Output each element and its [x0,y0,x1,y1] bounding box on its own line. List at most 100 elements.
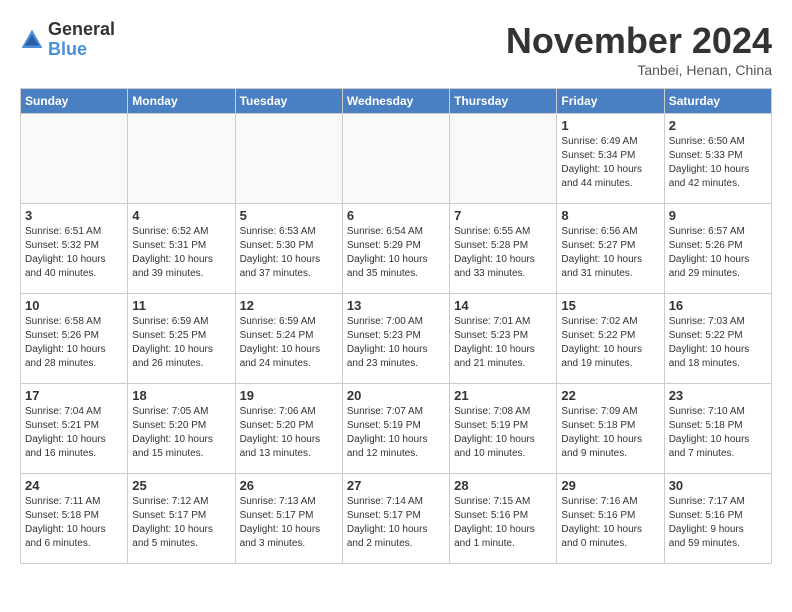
day-info: Sunrise: 6:49 AM Sunset: 5:34 PM Dayligh… [561,135,659,191]
calendar-week-row: 10 Sunrise: 6:58 AM Sunset: 5:26 PM Dayli… [21,294,772,384]
day-number: 17 [25,388,123,403]
calendar-cell: 23Sunrise: 7:10 AM Sunset: 5:18 PM Dayli… [664,384,771,474]
calendar-cell: 26Sunrise: 7:13 AM Sunset: 5:17 PM Dayli… [235,474,342,564]
calendar-table: SundayMondayTuesdayWednesdayThursdayFrid… [20,88,772,564]
logo-icon [20,28,44,52]
day-number: 19 [240,388,338,403]
calendar-cell [128,114,235,204]
calendar-cell [450,114,557,204]
day-number: 3 [25,208,123,223]
calendar-cell: 27 Sunrise: 7:14 AM Sunset: 5:17 PM Dayli… [342,474,449,564]
day-number: 13 [347,298,445,313]
day-number: 20 [347,388,445,403]
calendar-cell [342,114,449,204]
day-number: 21 [454,388,552,403]
calendar-cell: 21 Sunrise: 7:08 AM Sunset: 5:19 PM Dayli… [450,384,557,474]
day-number: 16 [669,298,767,313]
calendar-cell: 14 Sunrise: 7:01 AM Sunset: 5:23 PM Dayli… [450,294,557,384]
day-info: Sunrise: 7:08 AM Sunset: 5:19 PM Dayligh… [454,405,552,461]
calendar-cell: 1 Sunrise: 6:49 AM Sunset: 5:34 PM Daylig… [557,114,664,204]
day-info: Sunrise: 7:12 AM Sunset: 5:17 PM Dayligh… [132,495,230,551]
calendar-cell: 15 Sunrise: 7:02 AM Sunset: 5:22 PM Dayli… [557,294,664,384]
logo-general-text: General [48,20,115,40]
day-number: 8 [561,208,659,223]
calendar-cell: 8 Sunrise: 6:56 AM Sunset: 5:27 PM Daylig… [557,204,664,294]
day-number: 4 [132,208,230,223]
day-number: 22 [561,388,659,403]
day-number: 18 [132,388,230,403]
calendar-cell: 13 Sunrise: 7:00 AM Sunset: 5:23 PM Dayli… [342,294,449,384]
day-number: 14 [454,298,552,313]
day-number: 10 [25,298,123,313]
weekday-header: Thursday [450,89,557,114]
day-info: Sunrise: 7:10 AM Sunset: 5:18 PM Dayligh… [669,405,767,461]
weekday-header: Tuesday [235,89,342,114]
day-number: 25 [132,478,230,493]
calendar-cell: 28Sunrise: 7:15 AM Sunset: 5:16 PM Dayli… [450,474,557,564]
day-info: Sunrise: 6:50 AM Sunset: 5:33 PM Dayligh… [669,135,767,191]
day-number: 30 [669,478,767,493]
day-number: 27 [347,478,445,493]
day-number: 9 [669,208,767,223]
calendar-week-row: 24 Sunrise: 7:11 AM Sunset: 5:18 PM Dayli… [21,474,772,564]
day-info: Sunrise: 6:58 AM Sunset: 5:26 PM Dayligh… [25,315,123,371]
calendar-cell: 19 Sunrise: 7:06 AM Sunset: 5:20 PM Dayli… [235,384,342,474]
day-info: Sunrise: 7:14 AM Sunset: 5:17 PM Dayligh… [347,495,445,551]
day-info: Sunrise: 6:59 AM Sunset: 5:24 PM Dayligh… [240,315,338,371]
day-info: Sunrise: 7:13 AM Sunset: 5:17 PM Dayligh… [240,495,338,551]
day-info: Sunrise: 7:01 AM Sunset: 5:23 PM Dayligh… [454,315,552,371]
day-info: Sunrise: 7:05 AM Sunset: 5:20 PM Dayligh… [132,405,230,461]
day-info: Sunrise: 7:03 AM Sunset: 5:22 PM Dayligh… [669,315,767,371]
calendar-week-row: 3 Sunrise: 6:51 AM Sunset: 5:32 PM Daylig… [21,204,772,294]
day-info: Sunrise: 6:56 AM Sunset: 5:27 PM Dayligh… [561,225,659,281]
calendar-week-row: 17 Sunrise: 7:04 AM Sunset: 5:21 PM Dayli… [21,384,772,474]
day-info: Sunrise: 7:06 AM Sunset: 5:20 PM Dayligh… [240,405,338,461]
weekday-header: Saturday [664,89,771,114]
weekday-header: Friday [557,89,664,114]
day-number: 15 [561,298,659,313]
calendar-cell: 24 Sunrise: 7:11 AM Sunset: 5:18 PM Dayli… [21,474,128,564]
day-info: Sunrise: 7:16 AM Sunset: 5:16 PM Dayligh… [561,495,659,551]
calendar-cell: 18 Sunrise: 7:05 AM Sunset: 5:20 PM Dayli… [128,384,235,474]
calendar-cell: 29Sunrise: 7:16 AM Sunset: 5:16 PM Dayli… [557,474,664,564]
day-info: Sunrise: 6:57 AM Sunset: 5:26 PM Dayligh… [669,225,767,281]
weekday-header: Wednesday [342,89,449,114]
calendar-cell: 7Sunrise: 6:55 AM Sunset: 5:28 PM Daylig… [450,204,557,294]
day-number: 1 [561,118,659,133]
calendar-cell [235,114,342,204]
day-info: Sunrise: 7:04 AM Sunset: 5:21 PM Dayligh… [25,405,123,461]
calendar-cell: 11Sunrise: 6:59 AM Sunset: 5:25 PM Dayli… [128,294,235,384]
month-title: November 2024 [506,20,772,62]
day-info: Sunrise: 7:07 AM Sunset: 5:19 PM Dayligh… [347,405,445,461]
logo-blue-text: Blue [48,40,115,60]
day-info: Sunrise: 6:54 AM Sunset: 5:29 PM Dayligh… [347,225,445,281]
calendar-cell: 5 Sunrise: 6:53 AM Sunset: 5:30 PM Daylig… [235,204,342,294]
day-info: Sunrise: 7:09 AM Sunset: 5:18 PM Dayligh… [561,405,659,461]
calendar-cell: 9 Sunrise: 6:57 AM Sunset: 5:26 PM Daylig… [664,204,771,294]
day-number: 12 [240,298,338,313]
day-info: Sunrise: 7:11 AM Sunset: 5:18 PM Dayligh… [25,495,123,551]
day-info: Sunrise: 6:52 AM Sunset: 5:31 PM Dayligh… [132,225,230,281]
day-number: 5 [240,208,338,223]
day-number: 7 [454,208,552,223]
day-info: Sunrise: 6:53 AM Sunset: 5:30 PM Dayligh… [240,225,338,281]
calendar-cell: 16 Sunrise: 7:03 AM Sunset: 5:22 PM Dayli… [664,294,771,384]
calendar-cell: 20 Sunrise: 7:07 AM Sunset: 5:19 PM Dayli… [342,384,449,474]
calendar-cell: 17 Sunrise: 7:04 AM Sunset: 5:21 PM Dayli… [21,384,128,474]
page-header: General Blue November 2024 Tanbei, Henan… [20,20,772,78]
location-text: Tanbei, Henan, China [506,62,772,78]
day-info: Sunrise: 7:00 AM Sunset: 5:23 PM Dayligh… [347,315,445,371]
calendar-cell: 10 Sunrise: 6:58 AM Sunset: 5:26 PM Dayli… [21,294,128,384]
calendar-header-row: SundayMondayTuesdayWednesdayThursdayFrid… [21,89,772,114]
day-info: Sunrise: 7:15 AM Sunset: 5:16 PM Dayligh… [454,495,552,551]
calendar-cell: 25 Sunrise: 7:12 AM Sunset: 5:17 PM Dayli… [128,474,235,564]
calendar-cell [21,114,128,204]
weekday-header: Sunday [21,89,128,114]
day-info: Sunrise: 6:51 AM Sunset: 5:32 PM Dayligh… [25,225,123,281]
day-number: 6 [347,208,445,223]
calendar-cell: 2Sunrise: 6:50 AM Sunset: 5:33 PM Daylig… [664,114,771,204]
day-info: Sunrise: 7:02 AM Sunset: 5:22 PM Dayligh… [561,315,659,371]
day-info: Sunrise: 7:17 AM Sunset: 5:16 PM Dayligh… [669,495,767,551]
day-number: 24 [25,478,123,493]
calendar-cell: 12 Sunrise: 6:59 AM Sunset: 5:24 PM Dayli… [235,294,342,384]
